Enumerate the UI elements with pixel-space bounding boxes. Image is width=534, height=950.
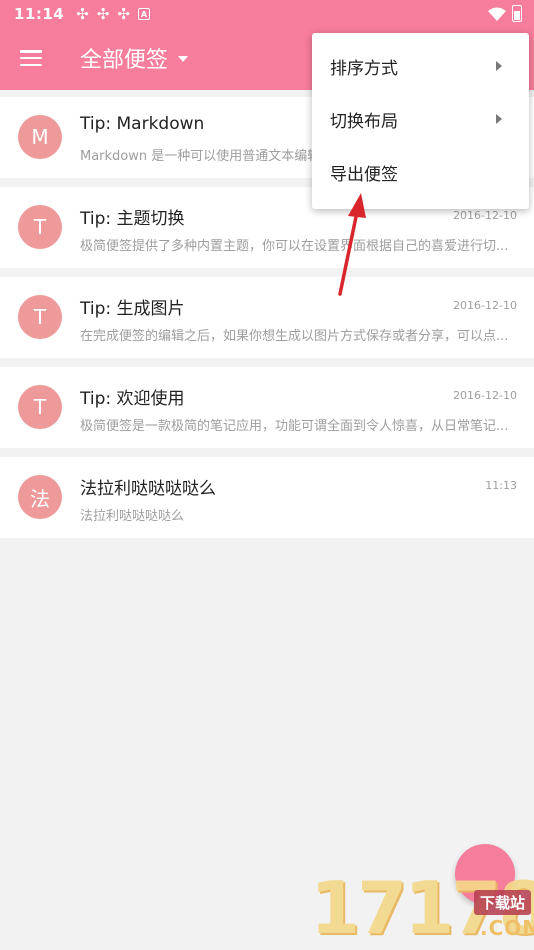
note-title: Tip: Markdown: [80, 114, 205, 134]
note-avatar: T: [18, 205, 62, 249]
menu-item-label: 导出便签: [330, 165, 398, 185]
app-notification-icon: A: [137, 8, 150, 20]
sync-icon: ✣: [96, 4, 110, 23]
note-avatar: 法: [18, 475, 62, 519]
note-card[interactable]: T Tip: 欢迎使用 2016-12-10 极简便签是一款极简的笔记应用，功能…: [0, 367, 534, 448]
note-date: 2016-12-10: [453, 389, 517, 402]
note-card[interactable]: 法 法拉利哒哒哒哒么 11:13 法拉利哒哒哒哒么: [0, 457, 534, 538]
note-preview: 在完成便签的编辑之后，如果你想生成以图片方式保存或者分享，可以点...: [80, 329, 509, 344]
system-icons: [488, 5, 522, 22]
note-date: 2016-12-10: [453, 209, 517, 222]
submenu-arrow-icon: [496, 114, 502, 124]
menu-item-layout[interactable]: 切换布局: [312, 93, 529, 146]
note-card[interactable]: T Tip: 生成图片 2016-12-10 在完成便签的编辑之后，如果你想生成…: [0, 277, 534, 358]
overflow-menu: 排序方式 切换布局 导出便签: [312, 33, 529, 209]
note-title: Tip: 主题切换: [80, 209, 185, 229]
status-bar: 11:14 ✣ ✣ ✣ A: [0, 0, 534, 28]
note-avatar: M: [18, 115, 62, 159]
note-avatar: T: [18, 385, 62, 429]
wifi-icon: [488, 7, 506, 21]
annotation-arrow-icon: [338, 193, 366, 296]
caret-down-icon: [178, 56, 189, 62]
note-preview: 法拉利哒哒哒哒么: [80, 509, 185, 524]
note-preview: 极简便签是一款极简的笔记应用，功能可谓全面到令人惊喜，从日常笔记...: [80, 419, 509, 434]
watermark-suffix: .COM: [480, 916, 534, 940]
menu-item-label: 切换布局: [330, 112, 398, 132]
page-title: 全部便签: [80, 48, 169, 73]
battery-icon: [512, 5, 522, 22]
site-watermark: 17178 下载站 .COM: [310, 866, 534, 950]
note-title: Tip: 欢迎使用: [80, 389, 185, 409]
notification-icons: ✣ ✣ ✣ A: [76, 4, 150, 23]
note-title: 法拉利哒哒哒哒么: [80, 479, 216, 499]
note-date: 2016-12-10: [453, 299, 517, 312]
hamburger-icon[interactable]: [20, 50, 42, 66]
menu-item-sort[interactable]: 排序方式: [312, 40, 529, 93]
sync-icon: ✣: [76, 4, 89, 23]
note-date: 11:13: [485, 479, 517, 492]
status-time: 11:14: [14, 5, 65, 23]
menu-item-label: 排序方式: [330, 59, 398, 79]
note-title: Tip: 生成图片: [80, 299, 185, 319]
note-avatar: T: [18, 295, 62, 339]
note-preview: 极简便签提供了多种内置主题，你可以在设置界面根据自己的喜爱进行切...: [80, 239, 509, 254]
sync-icon: ✣: [117, 4, 130, 23]
submenu-arrow-icon: [496, 61, 502, 71]
category-selector[interactable]: 全部便签: [80, 42, 189, 74]
watermark-tag: 下载站: [474, 890, 532, 915]
